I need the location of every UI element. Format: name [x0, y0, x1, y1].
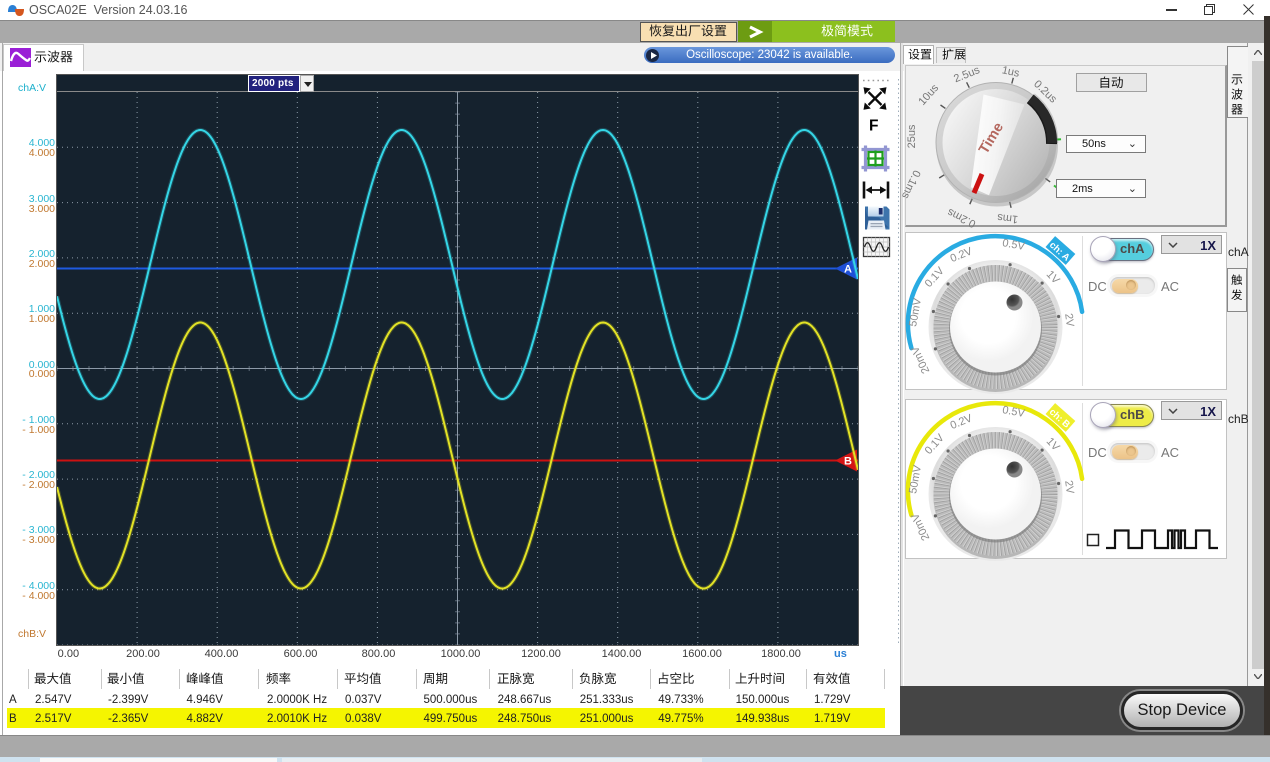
svg-text:20mV: 20mV — [909, 511, 932, 543]
svg-text:B: B — [844, 456, 852, 468]
svg-text:25us: 25us — [906, 124, 918, 148]
svg-text:A: A — [844, 264, 852, 276]
svg-text:20mV: 20mV — [909, 344, 932, 376]
svg-text:F: F — [869, 118, 878, 135]
svg-text:1ms: 1ms — [996, 211, 1018, 225]
svg-text:2V: 2V — [1062, 313, 1076, 329]
svg-text:1us: 1us — [1001, 64, 1021, 80]
svg-text:0.2ms: 0.2ms — [945, 206, 978, 230]
svg-text:2V: 2V — [1062, 480, 1076, 496]
svg-text:10us: 10us — [916, 82, 941, 108]
